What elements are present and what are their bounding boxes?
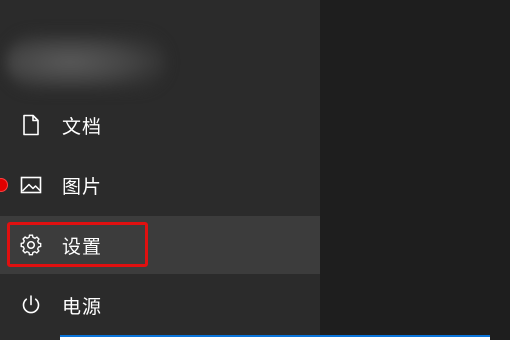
start-item-pictures[interactable]: 图片	[0, 156, 320, 214]
user-account-avatar[interactable]	[6, 34, 166, 90]
start-menu-panel: 文档 图片 设置 电源	[0, 0, 320, 340]
start-item-power[interactable]: 电源	[0, 276, 320, 334]
start-item-label: 图片	[62, 175, 103, 198]
power-icon	[20, 294, 42, 316]
picture-icon	[20, 174, 42, 196]
window-edge	[60, 335, 490, 340]
desktop-screen: 文档 图片 设置 电源	[0, 0, 510, 340]
start-item-label: 文档	[62, 115, 103, 138]
desktop-background	[320, 0, 510, 340]
annotation-highlight-box	[7, 222, 148, 267]
document-icon	[20, 114, 42, 136]
start-item-label: 电源	[62, 295, 103, 318]
start-item-documents[interactable]: 文档	[0, 96, 320, 154]
